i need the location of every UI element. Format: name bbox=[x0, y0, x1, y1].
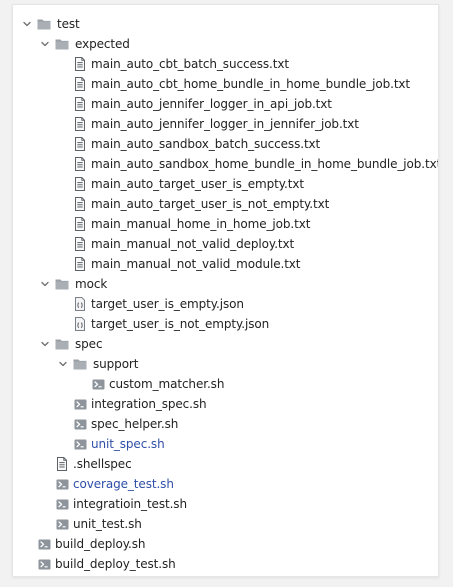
file-item-coverage-test-sh[interactable]: coverage_test.sh bbox=[13, 474, 438, 494]
folder-icon bbox=[37, 17, 51, 31]
shell-script-icon bbox=[73, 417, 87, 431]
file-name: main_auto_sandbox_batch_success.txt bbox=[91, 137, 321, 151]
file-name: main_manual_not_valid_deploy.txt bbox=[91, 237, 295, 251]
file-item-custom-matcher-sh[interactable]: custom_matcher.sh bbox=[13, 374, 438, 394]
file-name: main_auto_cbt_batch_success.txt bbox=[91, 57, 289, 71]
file-name: build_deploy_test.sh bbox=[55, 557, 176, 571]
file-name: main_auto_jennifer_logger_in_jennifer_jo… bbox=[91, 117, 359, 131]
folder-item-expected[interactable]: expected bbox=[13, 34, 438, 54]
file-name: spec_helper.sh bbox=[91, 417, 179, 431]
folder-icon bbox=[55, 37, 69, 51]
shell-script-icon bbox=[55, 497, 69, 511]
text-file-icon bbox=[73, 77, 87, 91]
file-item-main-auto-sandbox-home-bundle-in-home-bundle-job-txt[interactable]: main_auto_sandbox_home_bundle_in_home_bu… bbox=[13, 154, 438, 174]
text-file-icon bbox=[73, 137, 87, 151]
folder-icon bbox=[55, 277, 69, 291]
file-item-main-auto-jennifer-logger-in-jennifer-job-txt[interactable]: main_auto_jennifer_logger_in_jennifer_jo… bbox=[13, 114, 438, 134]
file-name: unit_spec.sh bbox=[91, 437, 165, 451]
file-item-target-user-is-not-empty-json[interactable]: target_user_is_not_empty.json bbox=[13, 314, 438, 334]
text-file-icon bbox=[55, 457, 69, 471]
file-item-main-auto-jennifer-logger-in-api-job-txt[interactable]: main_auto_jennifer_logger_in_api_job.txt bbox=[13, 94, 438, 114]
file-name: main_auto_cbt_home_bundle_in_home_bundle… bbox=[91, 77, 411, 91]
json-file-icon bbox=[73, 317, 87, 331]
file-name: target_user_is_not_empty.json bbox=[91, 317, 270, 331]
file-name: unit_test.sh bbox=[73, 517, 142, 531]
folder-item-spec[interactable]: spec bbox=[13, 334, 438, 354]
file-name: target_user_is_empty.json bbox=[91, 297, 244, 311]
file-item-shellspec[interactable]: .shellspec bbox=[13, 454, 438, 474]
file-item-spec-helper-sh[interactable]: spec_helper.sh bbox=[13, 414, 438, 434]
file-item-main-auto-cbt-batch-success-txt[interactable]: main_auto_cbt_batch_success.txt bbox=[13, 54, 438, 74]
text-file-icon bbox=[73, 157, 87, 171]
text-file-icon bbox=[73, 257, 87, 271]
folder-name: spec bbox=[75, 337, 103, 351]
folder-name: support bbox=[93, 357, 139, 371]
folder-icon bbox=[55, 337, 69, 351]
file-item-main-auto-target-user-is-empty-txt[interactable]: main_auto_target_user_is_empty.txt bbox=[13, 174, 438, 194]
shell-script-icon bbox=[37, 557, 51, 571]
folder-item-mock[interactable]: mock bbox=[13, 274, 438, 294]
file-item-main-auto-sandbox-batch-success-txt[interactable]: main_auto_sandbox_batch_success.txt bbox=[13, 134, 438, 154]
chevron-down-icon[interactable] bbox=[39, 34, 51, 54]
folder-name: test bbox=[57, 17, 80, 31]
file-item-build-deploy-test-sh[interactable]: build_deploy_test.sh bbox=[13, 554, 438, 574]
folder-name: expected bbox=[75, 37, 130, 51]
file-name: coverage_test.sh bbox=[73, 477, 174, 491]
file-item-main-manual-home-in-home-job-txt[interactable]: main_manual_home_in_home_job.txt bbox=[13, 214, 438, 234]
file-name: main_manual_home_in_home_job.txt bbox=[91, 217, 311, 231]
file-name: main_auto_target_user_is_not_empty.txt bbox=[91, 197, 330, 211]
project-tree-panel: test expected main_auto_cbt_batch_success.… bbox=[12, 4, 439, 577]
file-name: main_manual_not_valid_module.txt bbox=[91, 257, 301, 271]
file-item-integration-spec-sh[interactable]: integration_spec.sh bbox=[13, 394, 438, 414]
file-name: main_auto_sandbox_home_bundle_in_home_bu… bbox=[91, 157, 439, 171]
chevron-down-icon[interactable] bbox=[57, 354, 69, 374]
file-item-build-deploy-sh[interactable]: build_deploy.sh bbox=[13, 534, 438, 554]
shell-script-icon bbox=[73, 397, 87, 411]
chevron-down-icon[interactable] bbox=[39, 274, 51, 294]
file-item-integratioin-test-sh[interactable]: integratioin_test.sh bbox=[13, 494, 438, 514]
text-file-icon bbox=[73, 57, 87, 71]
file-name: custom_matcher.sh bbox=[109, 377, 225, 391]
file-item-main-auto-cbt-home-bundle-in-home-bundle-job-txt[interactable]: main_auto_cbt_home_bundle_in_home_bundle… bbox=[13, 74, 438, 94]
file-item-unit-spec-sh[interactable]: unit_spec.sh bbox=[13, 434, 438, 454]
chevron-down-icon[interactable] bbox=[39, 334, 51, 354]
file-name: .shellspec bbox=[73, 457, 132, 471]
file-item-main-manual-not-valid-module-txt[interactable]: main_manual_not_valid_module.txt bbox=[13, 254, 438, 274]
file-name: main_auto_target_user_is_empty.txt bbox=[91, 177, 304, 191]
folder-icon bbox=[73, 357, 87, 371]
file-name: integratioin_test.sh bbox=[73, 497, 187, 511]
file-item-target-user-is-empty-json[interactable]: target_user_is_empty.json bbox=[13, 294, 438, 314]
project-tree: test expected main_auto_cbt_batch_success.… bbox=[13, 5, 438, 574]
shell-script-icon bbox=[55, 517, 69, 531]
folder-item-support[interactable]: support bbox=[13, 354, 438, 374]
shell-script-icon bbox=[73, 437, 87, 451]
file-item-unit-test-sh[interactable]: unit_test.sh bbox=[13, 514, 438, 534]
folder-name: mock bbox=[75, 277, 108, 291]
file-item-main-manual-not-valid-deploy-txt[interactable]: main_manual_not_valid_deploy.txt bbox=[13, 234, 438, 254]
text-file-icon bbox=[73, 97, 87, 111]
file-name: build_deploy.sh bbox=[55, 537, 146, 551]
shell-script-icon bbox=[37, 537, 51, 551]
shell-script-icon bbox=[55, 477, 69, 491]
chevron-down-icon[interactable] bbox=[21, 14, 33, 34]
text-file-icon bbox=[73, 117, 87, 131]
folder-item-test[interactable]: test bbox=[13, 14, 438, 34]
text-file-icon bbox=[73, 197, 87, 211]
file-name: integration_spec.sh bbox=[91, 397, 207, 411]
file-item-main-auto-target-user-is-not-empty-txt[interactable]: main_auto_target_user_is_not_empty.txt bbox=[13, 194, 438, 214]
text-file-icon bbox=[73, 237, 87, 251]
text-file-icon bbox=[73, 177, 87, 191]
json-file-icon bbox=[73, 297, 87, 311]
file-name: main_auto_jennifer_logger_in_api_job.txt bbox=[91, 97, 332, 111]
shell-script-icon bbox=[91, 377, 105, 391]
text-file-icon bbox=[73, 217, 87, 231]
